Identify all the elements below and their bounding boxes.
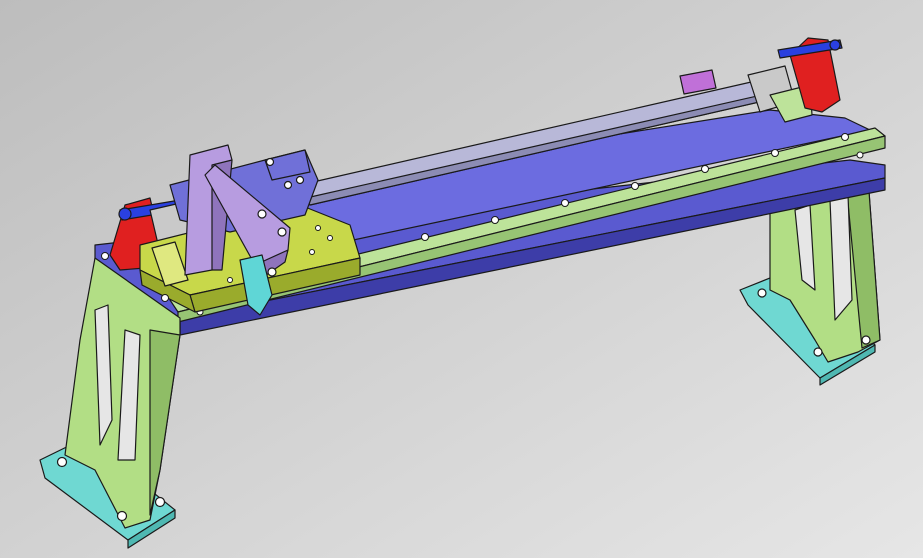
assembly-drawing <box>0 0 923 558</box>
block-hole-3 <box>295 175 305 185</box>
left-screw-head <box>118 207 132 221</box>
right-screw-head <box>829 39 841 51</box>
arm-hole-3 <box>267 267 277 277</box>
arm-hole-1 <box>257 209 267 219</box>
right-foot-hole-1 <box>757 288 767 298</box>
left-foot-hole-1 <box>56 456 68 468</box>
arm-hole-2 <box>277 227 287 237</box>
right-foot-hole-3 <box>861 335 871 345</box>
left-foot-hole-3 <box>154 496 166 508</box>
block-hole-2 <box>283 180 293 190</box>
block-hole-1 <box>265 157 275 167</box>
right-foot-hole-2 <box>813 347 823 357</box>
left-foot-hole-2 <box>116 510 128 522</box>
cad-viewport[interactable] <box>0 0 923 558</box>
